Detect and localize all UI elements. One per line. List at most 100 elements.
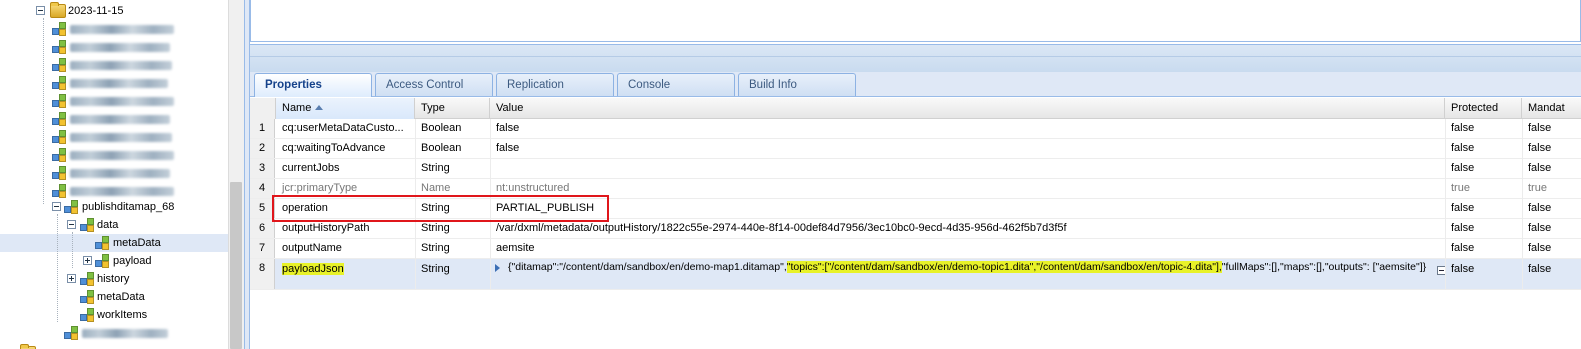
- tree-node-label: workItems: [97, 309, 148, 321]
- tree-node-redacted[interactable]: [0, 20, 228, 38]
- column-header-label: Name: [282, 102, 312, 114]
- column-header-protected[interactable]: Protected: [1445, 98, 1522, 119]
- tree-node-redacted[interactable]: [0, 74, 228, 92]
- property-value[interactable]: [490, 159, 1445, 179]
- table-row[interactable]: 7 outputName String aemsite false false: [250, 239, 1581, 259]
- property-name[interactable]: outputName: [276, 239, 415, 259]
- tab-access-control[interactable]: Access Control: [375, 73, 493, 96]
- property-type[interactable]: String: [415, 239, 490, 259]
- redacted-label: [70, 79, 168, 88]
- tree-node-redacted[interactable]: [0, 146, 228, 164]
- tree-node-redacted[interactable]: [0, 38, 228, 56]
- collapse-toggle-icon[interactable]: [52, 202, 61, 211]
- property-protected: false: [1451, 242, 1475, 254]
- row-number-header: [250, 98, 276, 119]
- tree-node-redacted[interactable]: [0, 110, 228, 128]
- expand-toggle-icon[interactable]: [83, 256, 92, 265]
- node-cube-icon: [80, 272, 96, 286]
- node-cube-icon: [52, 76, 68, 90]
- json-segment: ["aemsite"]}: [1372, 261, 1427, 273]
- property-name[interactable]: outputHistoryPath: [276, 219, 415, 239]
- node-cube-icon: [95, 254, 111, 268]
- node-cube-icon: [52, 40, 68, 54]
- column-header-mandatory[interactable]: Mandat: [1522, 98, 1581, 119]
- property-type[interactable]: String: [415, 159, 490, 179]
- column-divider: [1445, 119, 1446, 290]
- tree-node-label: publishditamap_68: [82, 201, 175, 213]
- tree-node-label: metaData: [113, 237, 161, 249]
- table-row[interactable]: 2 cq:waitingToAdvance Boolean false fals…: [250, 139, 1581, 159]
- property-type[interactable]: Boolean: [415, 139, 490, 159]
- property-type[interactable]: String: [415, 219, 490, 239]
- property-type[interactable]: String: [415, 260, 490, 280]
- table-row[interactable]: 6 outputHistoryPath String /var/dxml/met…: [250, 219, 1581, 239]
- tree-node-data[interactable]: data: [0, 216, 228, 234]
- redacted-label: [70, 169, 170, 178]
- column-header-type[interactable]: Type: [415, 98, 490, 119]
- table-row[interactable]: 1 cq:userMetaDataCusto... Boolean false …: [250, 119, 1581, 139]
- redacted-label: [70, 25, 174, 34]
- column-header-value[interactable]: Value: [490, 98, 1445, 119]
- property-mandatory: false: [1528, 263, 1552, 275]
- property-name[interactable]: cq:userMetaDataCusto...: [276, 119, 415, 139]
- table-row[interactable]: 3 currentJobs String false false: [250, 159, 1581, 179]
- row-number: 8: [250, 259, 275, 289]
- tree-node-workflow[interactable]: publishditamap_68: [0, 198, 228, 216]
- property-value[interactable]: aemsite: [490, 239, 1445, 259]
- property-value[interactable]: /var/dxml/metadata/outputHistory/1822c55…: [490, 219, 1445, 239]
- expand-toggle-icon[interactable]: [67, 274, 76, 283]
- tree-node-metadata-selected[interactable]: metaData: [0, 234, 228, 252]
- property-mandatory: false: [1528, 122, 1552, 134]
- tree-node-redacted[interactable]: [0, 340, 228, 349]
- node-cube-icon: [52, 166, 68, 180]
- row-number: 2: [250, 139, 275, 158]
- column-header-name[interactable]: Name: [276, 98, 415, 119]
- property-mandatory: false: [1528, 142, 1552, 154]
- tree-node-metadata[interactable]: metaData: [0, 288, 228, 306]
- tree-node-history[interactable]: history: [0, 270, 228, 288]
- tree-node-workitems[interactable]: workItems: [0, 306, 228, 324]
- node-cube-icon: [52, 184, 68, 198]
- property-type[interactable]: Boolean: [415, 119, 490, 139]
- property-value[interactable]: PARTIAL_PUBLISH: [490, 199, 1445, 219]
- tab-properties[interactable]: Properties: [254, 73, 372, 97]
- tree-node-redacted[interactable]: [0, 164, 228, 182]
- tree-scrollbar-thumb[interactable]: [230, 182, 242, 349]
- tab-replication[interactable]: Replication: [496, 73, 614, 96]
- node-cube-icon: [64, 326, 80, 340]
- properties-grid: Name Type Value Protected Mandat 1 cq:us…: [250, 98, 1581, 349]
- node-cube-icon: [52, 130, 68, 144]
- property-value[interactable]: nt:unstructured: [490, 179, 1445, 199]
- property-value-json[interactable]: {"ditamap":"/content/dam/sandbox/en/demo…: [508, 261, 1428, 273]
- property-name[interactable]: currentJobs: [276, 159, 415, 179]
- tab-console[interactable]: Console: [617, 73, 735, 96]
- table-row-selected[interactable]: 8 payloadJson String {"ditamap":"/conten…: [250, 259, 1581, 290]
- expand-value-icon[interactable]: [495, 264, 500, 272]
- property-value[interactable]: false: [490, 119, 1445, 139]
- tab-build-info[interactable]: Build Info: [738, 73, 856, 96]
- property-value[interactable]: false: [490, 139, 1445, 159]
- row-number: 1: [250, 119, 275, 138]
- tree-node-redacted[interactable]: [0, 128, 228, 146]
- tree-node-date-folder[interactable]: 2023-11-15: [0, 2, 228, 20]
- tree-node-label: 2023-11-15: [68, 5, 124, 17]
- collapse-toggle-icon[interactable]: [67, 220, 76, 229]
- redacted-label: [70, 61, 172, 70]
- collapse-toggle-icon[interactable]: [36, 6, 45, 15]
- tab-bar: Properties Access Control Replication Co…: [250, 72, 1581, 97]
- property-mandatory: false: [1528, 222, 1552, 234]
- tree-node-label: payload: [113, 255, 152, 267]
- json-segment: {"ditamap":"/content/dam/sandbox/en/demo…: [508, 261, 787, 273]
- column-divider: [1522, 119, 1523, 290]
- tree-node-redacted[interactable]: [0, 56, 228, 74]
- json-segment: "fullMaps":[],"maps":[],"outputs":: [1221, 261, 1370, 273]
- property-name[interactable]: payloadJson: [276, 260, 415, 280]
- editor-panel: [250, 0, 1581, 42]
- divider: [250, 56, 1581, 57]
- tree-node-payload[interactable]: payload: [0, 252, 228, 270]
- property-protected: false: [1451, 222, 1475, 234]
- node-cube-icon: [52, 112, 68, 126]
- property-protected: false: [1451, 162, 1475, 174]
- property-name[interactable]: cq:waitingToAdvance: [276, 139, 415, 159]
- tree-node-redacted[interactable]: [0, 92, 228, 110]
